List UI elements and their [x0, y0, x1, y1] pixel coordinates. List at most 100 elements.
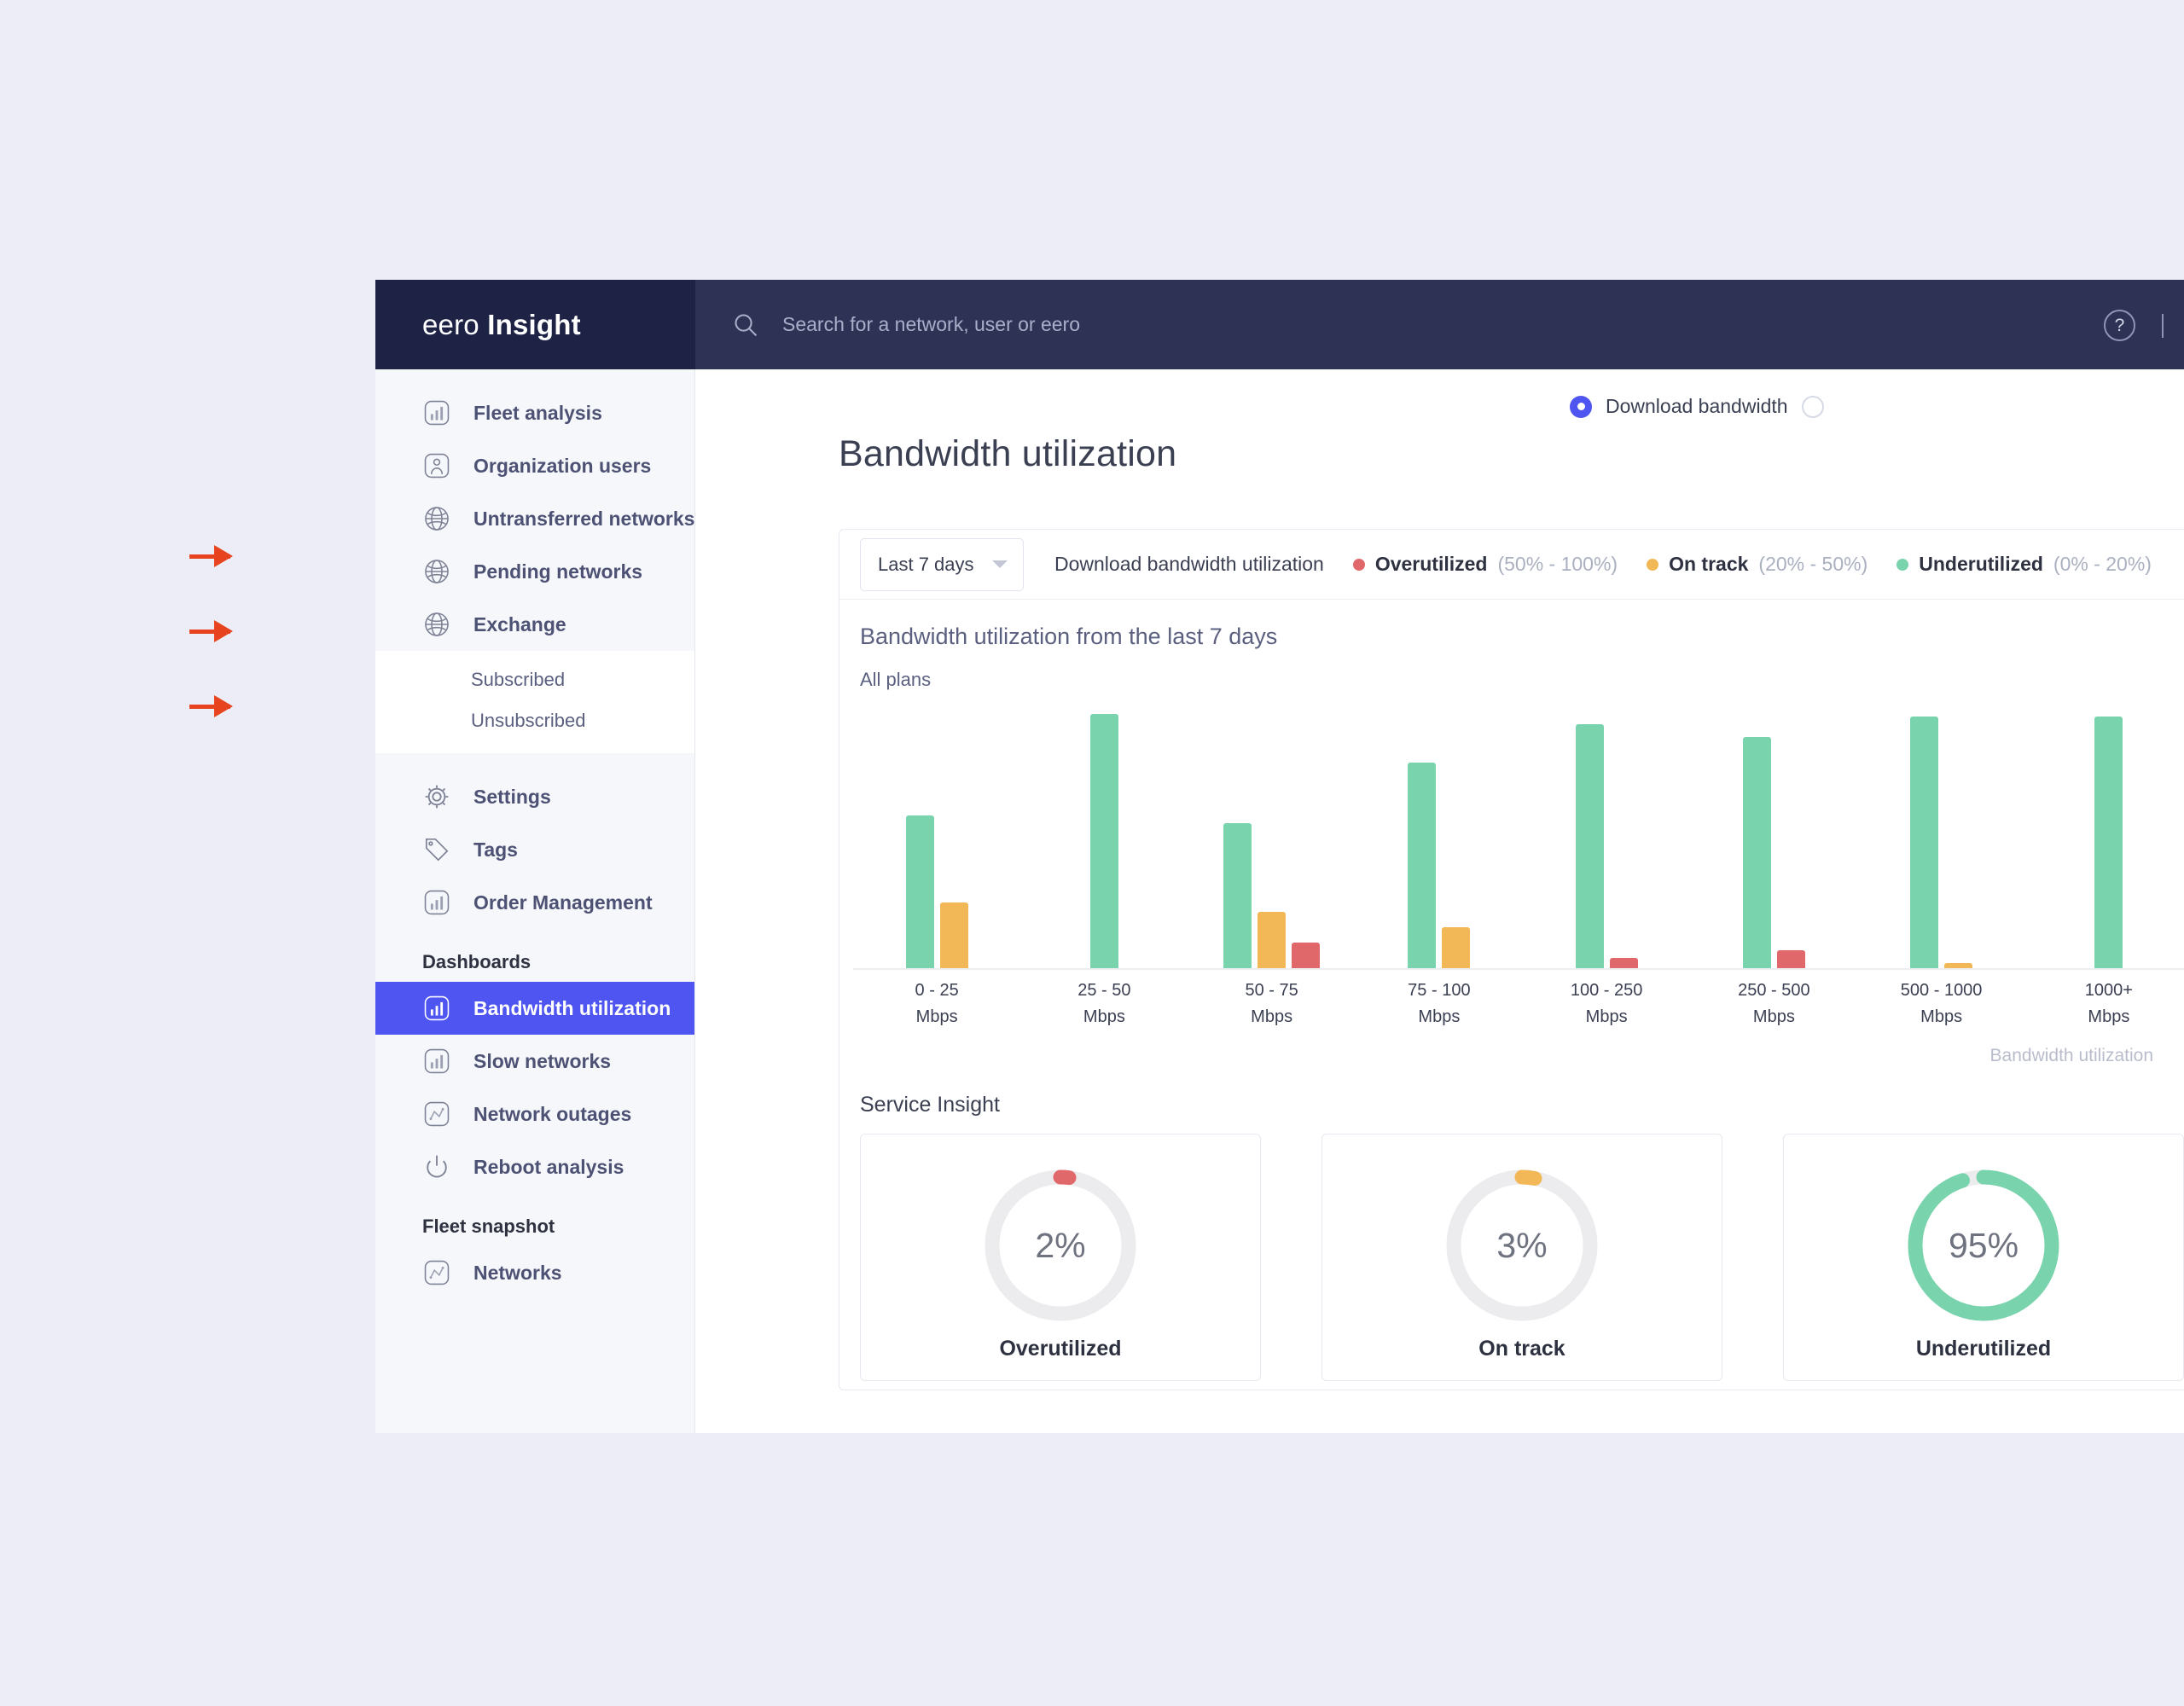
legend-label: Overutilized [1374, 553, 1488, 575]
bar-chart-icon [422, 1047, 451, 1076]
legend-dot-underutilized [1896, 558, 1909, 571]
line-chart-icon [422, 1100, 451, 1129]
service-insight-heading: Service Insight [860, 1093, 1000, 1117]
annotation-arrow-exchange [189, 695, 233, 717]
radio-download-bandwidth-selected[interactable] [1570, 395, 1592, 418]
sidebar-item-label: Network outages [473, 1102, 632, 1125]
bar-on track [1258, 912, 1287, 968]
bar-underutilized [905, 815, 934, 968]
sidebar-item-untransferred-networks[interactable]: Untransferred networks [375, 492, 694, 545]
bandwidth-direction-toggle: Download bandwidth [1570, 395, 1824, 418]
annotation-arrow-pending-networks [189, 620, 233, 642]
sidebar-item-exchange[interactable]: Exchange [375, 598, 694, 651]
chart-subtitle: All plans [860, 669, 932, 690]
gear-icon [422, 782, 451, 811]
chart-title: Bandwidth utilization from the last 7 da… [860, 624, 1278, 649]
bar-underutilized [1223, 823, 1252, 968]
globe-icon [422, 557, 451, 586]
sidebar-subnav-exchange: Subscribed Unsubscribed [375, 651, 694, 753]
x-axis-label: 25 - 50 Mbps [1077, 981, 1131, 1026]
sidebar-item-reboot-analysis[interactable]: Reboot analysis [375, 1140, 694, 1193]
bar-on track [939, 902, 968, 968]
bar-underutilized [1089, 714, 1118, 968]
sidebar-item-networks[interactable]: Networks [375, 1246, 694, 1299]
sidebar-subitem-unsubscribed[interactable]: Unsubscribed [375, 700, 694, 741]
bar-underutilized [1742, 736, 1771, 968]
date-range-value: Last 7 days [878, 553, 974, 575]
search-input[interactable] [782, 313, 1380, 336]
main-content: Bandwidth utilization Download bandwidth… [695, 369, 2184, 1433]
sidebar-item-label: Exchange [473, 612, 566, 635]
sidebar-section-fleet-snapshot: Fleet snapshot [422, 1216, 555, 1237]
donut-label: Underutilized [1915, 1337, 2052, 1361]
service-insight-card-underutilized: 95% Underutilized [1783, 1134, 2184, 1381]
donut-value: 2% [1035, 1225, 1086, 1265]
legend-range: (0% - 20%) [2053, 553, 2152, 575]
sidebar-item-bandwidth-utilization[interactable]: Bandwidth utilization [375, 982, 694, 1035]
card-toolbar: Last 7 days Download bandwidth utilizati… [839, 530, 2184, 600]
top-bar: eero Insight ? [375, 280, 2184, 369]
chart-x-axis-labels: 0 - 25 Mbps 25 - 50 Mbps 50 - 75 Mbps 75 - 100… [853, 978, 2184, 1032]
x-axis-label: 250 - 500 Mbps [1738, 981, 1810, 1026]
sidebar-item-label: Order Management [473, 891, 653, 914]
legend-dot-overutilized [1352, 558, 1365, 571]
bar-group [1089, 714, 1118, 968]
radio-upload-bandwidth[interactable] [1801, 395, 1824, 418]
legend-label: Underutilized [1919, 553, 2043, 575]
power-icon [422, 1152, 451, 1181]
legend-range: (50% - 100%) [1497, 553, 1618, 575]
chevron-down-icon [992, 560, 1008, 568]
x-axis-label: 50 - 75 Mbps [1245, 981, 1298, 1026]
service-insight-card-on-track: 3% On track [1321, 1134, 1722, 1381]
brand-light: eero [422, 308, 479, 340]
bar-underutilized [1575, 723, 1604, 968]
sidebar-item-slow-networks[interactable]: Slow networks [375, 1035, 694, 1088]
sidebar-item-label: Bandwidth utilization [473, 996, 671, 1019]
legend-label: On track [1669, 553, 1749, 575]
tag-icon [422, 835, 451, 864]
bandwidth-card: Last 7 days Download bandwidth utilizati… [839, 529, 2184, 1390]
sidebar-item-pending-networks[interactable]: Pending networks [375, 545, 694, 598]
bar-group [905, 815, 968, 968]
globe-icon [422, 504, 451, 533]
bar-overutilized [1776, 950, 1805, 968]
sidebar-item-tags[interactable]: Tags [375, 823, 694, 876]
chart-baseline [853, 968, 2184, 970]
topbar-divider [2162, 314, 2164, 338]
search-icon [732, 311, 758, 338]
legend-title: Download bandwidth utilization [1054, 553, 1324, 575]
page-title: Bandwidth utilization [839, 433, 1177, 474]
app-window: eero Insight ? Fleet analysis Organizati… [375, 280, 2184, 1433]
sidebar-item-label: Tags [473, 838, 518, 861]
bar-group [1575, 723, 1638, 968]
chart-legend: Download bandwidth utilization Overutili… [1054, 553, 2181, 576]
sidebar-item-order-management[interactable]: Order Management [375, 876, 694, 929]
search-area [732, 280, 1380, 369]
bar-on track [1944, 963, 1973, 968]
line-chart-icon [422, 1258, 451, 1287]
bar-chart-icon [422, 888, 451, 917]
sidebar-item-organization-users[interactable]: Organization users [375, 439, 694, 492]
sidebar-item-fleet-analysis[interactable]: Fleet analysis [375, 386, 694, 439]
bar-on track [1442, 927, 1471, 968]
sidebar-item-settings[interactable]: Settings [375, 770, 694, 823]
sidebar-item-label: Pending networks [473, 560, 643, 583]
bar-group [1408, 762, 1471, 968]
sidebar-subitem-subscribed[interactable]: Subscribed [375, 659, 694, 700]
date-range-select[interactable]: Last 7 days [860, 537, 1024, 591]
bar-group [1910, 716, 1973, 968]
help-icon[interactable]: ? [2104, 310, 2135, 341]
sidebar-item-network-outages[interactable]: Network outages [375, 1088, 694, 1140]
sidebar-item-label: Fleet analysis [473, 401, 602, 424]
bar-chart-icon [422, 994, 451, 1023]
bar-chart [853, 700, 2184, 970]
radio-download-bandwidth-label: Download bandwidth [1606, 395, 1788, 417]
x-axis-label: 75 - 100 Mbps [1408, 981, 1471, 1026]
user-icon [422, 451, 451, 480]
bar-underutilized [1910, 716, 1939, 968]
brand-logo[interactable]: eero Insight [375, 280, 695, 369]
donut-value: 3% [1496, 1225, 1548, 1265]
legend-item-on-track: On track (20% - 50%) [1647, 553, 1867, 576]
annotation-arrow-untransferred-networks [189, 545, 233, 567]
legend-item-underutilized: Underutilized (0% - 20%) [1896, 553, 2152, 576]
